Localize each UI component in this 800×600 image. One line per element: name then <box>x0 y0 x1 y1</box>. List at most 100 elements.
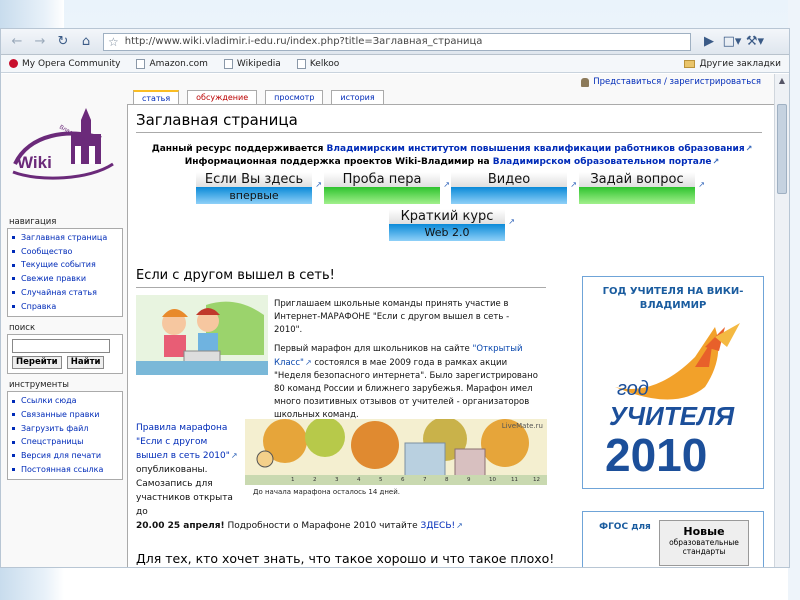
teacher-year-title: ГОД УЧИТЕЛЯ НА ВИКИ-ВЛАДИМИР <box>602 286 744 311</box>
sidebar-item-community[interactable]: Сообщество <box>12 245 120 259</box>
svg-text:7: 7 <box>423 477 427 483</box>
svg-text:10: 10 <box>489 477 496 483</box>
scroll-up-icon[interactable]: ▲ <box>777 76 787 86</box>
banner-ask-question[interactable]: Задай вопрос ↗ <box>579 172 705 204</box>
wrench-menu-icon[interactable]: ⚒▾ <box>745 33 765 51</box>
svg-text:9: 9 <box>467 477 471 483</box>
opera-icon <box>9 59 18 68</box>
page-menu-icon[interactable]: □▾ <box>722 33 742 51</box>
sidebar-item-upload-file[interactable]: Загрузить файл <box>12 422 120 436</box>
article-content: Заглавная страница Данный ресурс поддерж… <box>127 104 775 567</box>
tab-discussion[interactable]: обсуждение <box>187 90 258 104</box>
svg-text:6: 6 <box>401 477 405 483</box>
page-icon <box>136 58 146 69</box>
scrollbar-thumb[interactable] <box>777 104 787 194</box>
navigation-heading: навигация <box>9 217 57 227</box>
go-arrow-icon[interactable]: ▶ <box>699 33 719 51</box>
sidebar-item-current-events[interactable]: Текущие события <box>12 258 120 272</box>
portal-link[interactable]: Владимирском образовательном портале <box>493 157 712 167</box>
external-link-icon: ↗ <box>570 180 577 189</box>
vertical-scrollbar[interactable]: ▲ <box>774 74 789 567</box>
svg-text:год: год <box>617 378 649 400</box>
tab-article[interactable]: статья <box>133 90 180 104</box>
reload-icon[interactable]: ↻ <box>53 33 73 51</box>
external-link-icon: ↗ <box>745 144 753 153</box>
svg-text:2010: 2010 <box>605 429 707 479</box>
folder-icon <box>684 59 696 68</box>
browser-window: ← → ↻ ⌂ ☆ http://www.wiki.vladimir.i-edu… <box>0 28 790 568</box>
external-link-icon: ↗ <box>230 451 238 460</box>
sidebar-item-random-article[interactable]: Случайная статья <box>12 286 120 300</box>
back-arrow-icon[interactable]: ← <box>7 33 27 51</box>
tools-portlet: Ссылки сюда Связанные правки Загрузить ф… <box>7 391 123 481</box>
svg-text:1: 1 <box>291 477 295 483</box>
personal-tools[interactable]: Представиться / зарегистрироваться <box>581 77 761 87</box>
web-page: Представиться / зарегистрироваться Wiki … <box>1 74 775 567</box>
marathon-countdown-widget[interactable]: LiveMate.ru 1 2 3 4 5 6 7 8 9 10 11 12 Д… <box>245 419 547 497</box>
address-url: http://www.wiki.vladimir.i-edu.ru/index.… <box>124 36 483 47</box>
search-input[interactable] <box>12 339 110 354</box>
fgos-box[interactable]: ФГОС для Новые образовательные стандарты <box>582 511 764 567</box>
svg-text:УЧИТЕЛЯ: УЧИТЕЛЯ <box>609 401 735 431</box>
teacher-year-2010-logo: год УЧИТЕЛЯ 2010 <box>595 317 751 479</box>
tab-history[interactable]: история <box>331 90 384 104</box>
svg-text:12: 12 <box>533 477 540 483</box>
bookmarks-bar: My Opera Community Amazon.com Wikipedia … <box>1 55 789 73</box>
svg-text:4: 4 <box>357 477 361 483</box>
search-heading: поиск <box>9 323 36 334</box>
address-bar[interactable]: ☆ http://www.wiki.vladimir.i-edu.ru/inde… <box>103 32 691 51</box>
marathon-illustration <box>136 295 268 375</box>
tab-view-source[interactable]: просмотр <box>265 90 324 104</box>
user-icon <box>581 77 590 87</box>
section-heading-good-bad: Для тех, кто хочет знать, что такое хоро… <box>136 551 555 566</box>
marathon-rules: Правила марафона "Если с другом вышел в … <box>136 423 238 517</box>
forward-arrow-icon[interactable]: → <box>30 33 50 51</box>
star-icon[interactable]: ☆ <box>108 35 119 49</box>
sidebar-item-special-pages[interactable]: Спецстраницы <box>12 435 120 449</box>
external-link-icon: ↗ <box>304 358 312 367</box>
bookmark-amazon[interactable]: Amazon.com <box>136 58 208 69</box>
bookmark-wikipedia[interactable]: Wikipedia <box>223 58 281 69</box>
svg-text:5: 5 <box>379 477 383 483</box>
banner-web20-course[interactable]: Краткий курс Web 2.0 ↗ <box>389 209 515 241</box>
external-link-icon: ↗ <box>698 180 705 189</box>
search-go-button[interactable]: Перейти <box>12 356 62 370</box>
bookmark-opera[interactable]: My Opera Community <box>9 59 120 69</box>
browser-toolbar: ← → ↻ ⌂ ☆ http://www.wiki.vladimir.i-edu… <box>1 29 789 55</box>
page-icon <box>296 58 306 69</box>
external-link-icon: ↗ <box>712 157 720 166</box>
fgos-standards-badge[interactable]: Новые образовательные стандарты <box>659 520 749 566</box>
navigation-portlet: Заглавная страница Сообщество Текущие со… <box>7 228 123 318</box>
other-bookmarks[interactable]: Другие закладки <box>684 59 781 69</box>
search-find-button[interactable]: Найти <box>66 356 105 370</box>
sidebar-item-what-links-here[interactable]: Ссылки сюда <box>12 394 120 408</box>
page-icon <box>223 58 233 69</box>
marathon-invite-text: Приглашаем школьные команды принять учас… <box>274 299 510 335</box>
bookmark-kelkoo[interactable]: Kelkoo <box>296 58 339 69</box>
home-icon[interactable]: ⌂ <box>76 33 96 51</box>
details-here-link[interactable]: ЗДЕСЬ! <box>421 521 456 531</box>
banner-video[interactable]: Видео ↗ <box>451 172 577 204</box>
sidebar-item-main-page[interactable]: Заглавная страница <box>12 231 120 245</box>
sidebar-item-help[interactable]: Справка <box>12 300 120 314</box>
marathon-deadline-text: 20.00 25 апреля! Подробности о Марафоне … <box>136 521 463 531</box>
sidebar-item-permanent-link[interactable]: Постоянная ссылка <box>12 463 120 477</box>
tools-heading: инструменты <box>9 380 69 391</box>
sidebar-item-printable-version[interactable]: Версия для печати <box>12 449 120 463</box>
svg-text:До начала марафона осталось 14: До начала марафона осталось 14 дней. <box>253 488 400 496</box>
fgos-title: ФГОС для <box>599 522 651 532</box>
wiki-vladimir-logo[interactable]: Wiki Владимир <box>9 94 121 194</box>
institute-link[interactable]: Владимирским институтом повышения квалиф… <box>327 144 745 154</box>
page-tabs: статья обсуждение просмотр история <box>133 90 392 104</box>
marathon-rules-link[interactable]: Правила марафона "Если с другом вышел в … <box>136 423 230 461</box>
search-portlet: Перейти Найти <box>7 334 123 375</box>
banner-first-time[interactable]: Если Вы здесь впервые ↗ <box>196 172 322 204</box>
teacher-year-box[interactable]: ГОД УЧИТЕЛЯ НА ВИКИ-ВЛАДИМИР год УЧИТЕЛЯ… <box>582 276 764 489</box>
sidebar-item-related-changes[interactable]: Связанные правки <box>12 408 120 422</box>
sidebar-item-recent-changes[interactable]: Свежие правки <box>12 272 120 286</box>
sidebar: навигация Заглавная страница Сообщество … <box>7 217 123 486</box>
divider <box>136 287 546 288</box>
svg-text:2: 2 <box>313 477 317 483</box>
external-link-icon: ↗ <box>456 521 463 530</box>
banner-trial[interactable]: Проба пера ↗ <box>324 172 450 204</box>
